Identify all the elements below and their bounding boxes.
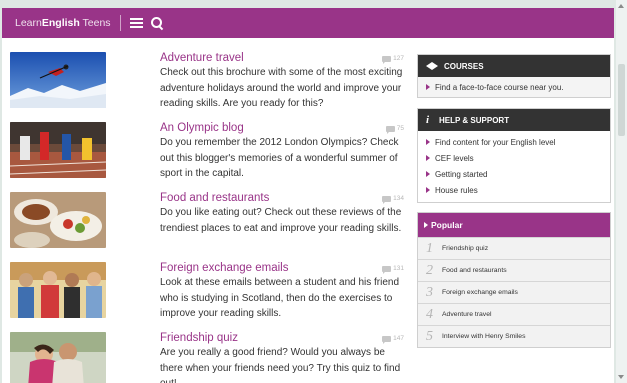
article-title[interactable]: An Olympic blog bbox=[160, 122, 244, 134]
graduation-cap-icon bbox=[426, 62, 438, 70]
comment-count-value: 134 bbox=[393, 195, 404, 202]
article-thumbnail-adventure[interactable] bbox=[10, 52, 106, 108]
popular-item[interactable]: 2 Food and restaurants bbox=[418, 259, 610, 281]
popular-rank: 3 bbox=[426, 284, 433, 300]
comment-count-value: 147 bbox=[393, 335, 404, 342]
help-link-label: Getting started bbox=[435, 169, 488, 179]
courses-heading: COURSES bbox=[418, 55, 610, 77]
popular-item-label: Food and restaurants bbox=[442, 267, 507, 274]
vertical-scrollbar[interactable] bbox=[616, 0, 627, 383]
help-link-label: CEF levels bbox=[435, 153, 474, 163]
comment-count: 127 bbox=[382, 55, 404, 64]
help-support-box: i HELP & SUPPORT Find content for your E… bbox=[417, 108, 611, 203]
help-link-house-rules[interactable]: House rules bbox=[418, 182, 610, 198]
popular-item-label: Adventure travel bbox=[442, 311, 492, 318]
popular-item-label: Friendship quiz bbox=[442, 245, 489, 252]
logo-part-teens: Teens bbox=[79, 17, 111, 29]
top-navigation-bar: LearnEnglish Teens bbox=[2, 8, 614, 38]
article-thumbnail-food[interactable] bbox=[10, 192, 106, 248]
comment-bubble-icon bbox=[382, 55, 392, 64]
triangle-bullet-icon bbox=[424, 222, 428, 228]
popular-item[interactable]: 5 Interview with Henry Smiles bbox=[418, 325, 610, 347]
triangle-bullet-icon bbox=[426, 139, 430, 145]
popular-rank: 5 bbox=[426, 328, 433, 344]
popular-item[interactable]: 4 Adventure travel bbox=[418, 303, 610, 325]
help-link-getting-started[interactable]: Getting started bbox=[418, 166, 610, 182]
scroll-down-arrow-icon[interactable] bbox=[618, 375, 624, 379]
article-title[interactable]: Foreign exchange emails bbox=[160, 262, 289, 274]
popular-item[interactable]: 1 Friendship quiz bbox=[418, 237, 610, 259]
help-support-heading: i HELP & SUPPORT bbox=[418, 109, 610, 131]
help-link-content-level[interactable]: Find content for your English level bbox=[418, 134, 610, 150]
article-summary: Are you really a good friend? Would you … bbox=[160, 347, 401, 383]
popular-rank: 4 bbox=[426, 306, 433, 322]
popular-rank: 1 bbox=[426, 240, 433, 256]
comment-bubble-icon bbox=[382, 265, 392, 274]
comment-bubble-icon bbox=[382, 335, 392, 344]
article-title[interactable]: Food and restaurants bbox=[160, 192, 269, 204]
popular-rank: 2 bbox=[426, 262, 433, 278]
popular-item-label: Interview with Henry Smiles bbox=[442, 333, 526, 340]
courses-link-label: Find a face-to-face course near you. bbox=[435, 82, 564, 92]
scrollbar-thumb[interactable] bbox=[618, 64, 625, 136]
comment-bubble-icon bbox=[385, 125, 395, 134]
article-summary: Do you like eating out? Check out these … bbox=[160, 207, 402, 234]
help-link-label: Find content for your English level bbox=[435, 137, 556, 147]
article-summary: Check out this brochure with some of the… bbox=[160, 67, 403, 109]
popular-heading: Popular bbox=[418, 213, 610, 237]
comment-count-value: 75 bbox=[396, 125, 404, 132]
triangle-bullet-icon bbox=[426, 155, 430, 161]
comment-count-value: 131 bbox=[393, 265, 404, 272]
popular-item[interactable]: 3 Foreign exchange emails bbox=[418, 281, 610, 303]
popular-item-label: Foreign exchange emails bbox=[442, 289, 518, 296]
courses-box: COURSES Find a face-to-face course near … bbox=[417, 54, 611, 98]
courses-heading-label: COURSES bbox=[444, 61, 484, 71]
help-support-heading-label: HELP & SUPPORT bbox=[439, 115, 510, 125]
search-icon[interactable] bbox=[150, 17, 163, 29]
help-link-label: House rules bbox=[435, 185, 478, 195]
logo-part-learn: Learn bbox=[15, 17, 42, 29]
article-title[interactable]: Adventure travel bbox=[160, 52, 244, 64]
comment-count: 75 bbox=[385, 125, 404, 134]
article-thumbnail-olympic[interactable] bbox=[10, 122, 106, 178]
article-summary: Do you remember the 2012 London Olympics… bbox=[160, 137, 399, 179]
popular-heading-label: Popular bbox=[431, 220, 463, 230]
hamburger-menu-icon[interactable] bbox=[129, 18, 143, 28]
comment-count: 131 bbox=[382, 265, 404, 274]
logo-part-english: English bbox=[41, 17, 80, 29]
triangle-bullet-icon bbox=[426, 171, 430, 177]
triangle-bullet-icon bbox=[426, 187, 430, 193]
triangle-bullet-icon bbox=[426, 84, 430, 90]
comment-count: 134 bbox=[382, 195, 404, 204]
page: LearnEnglish Teens Adventure travel 127 bbox=[0, 0, 627, 383]
header-divider bbox=[119, 15, 121, 31]
comment-count-value: 127 bbox=[393, 55, 404, 62]
main-content: Adventure travel 127 Check out this broc… bbox=[2, 38, 614, 383]
courses-link-face-to-face[interactable]: Find a face-to-face course near you. bbox=[418, 77, 610, 97]
article-summary: Look at these emails between a student a… bbox=[160, 277, 400, 319]
info-icon: i bbox=[426, 113, 430, 126]
popular-box: Popular 1 Friendship quiz 2 Food and resta… bbox=[417, 212, 611, 348]
comment-bubble-icon bbox=[382, 195, 392, 204]
scroll-up-arrow-icon[interactable] bbox=[618, 4, 624, 8]
article-thumbnail-exchange[interactable] bbox=[10, 262, 106, 318]
help-link-cef-levels[interactable]: CEF levels bbox=[418, 150, 610, 166]
article-title[interactable]: Friendship quiz bbox=[160, 332, 238, 344]
article-thumbnail-friendship[interactable] bbox=[10, 332, 106, 383]
comment-count: 147 bbox=[382, 335, 404, 344]
site-logo[interactable]: LearnEnglish Teens bbox=[15, 17, 111, 29]
